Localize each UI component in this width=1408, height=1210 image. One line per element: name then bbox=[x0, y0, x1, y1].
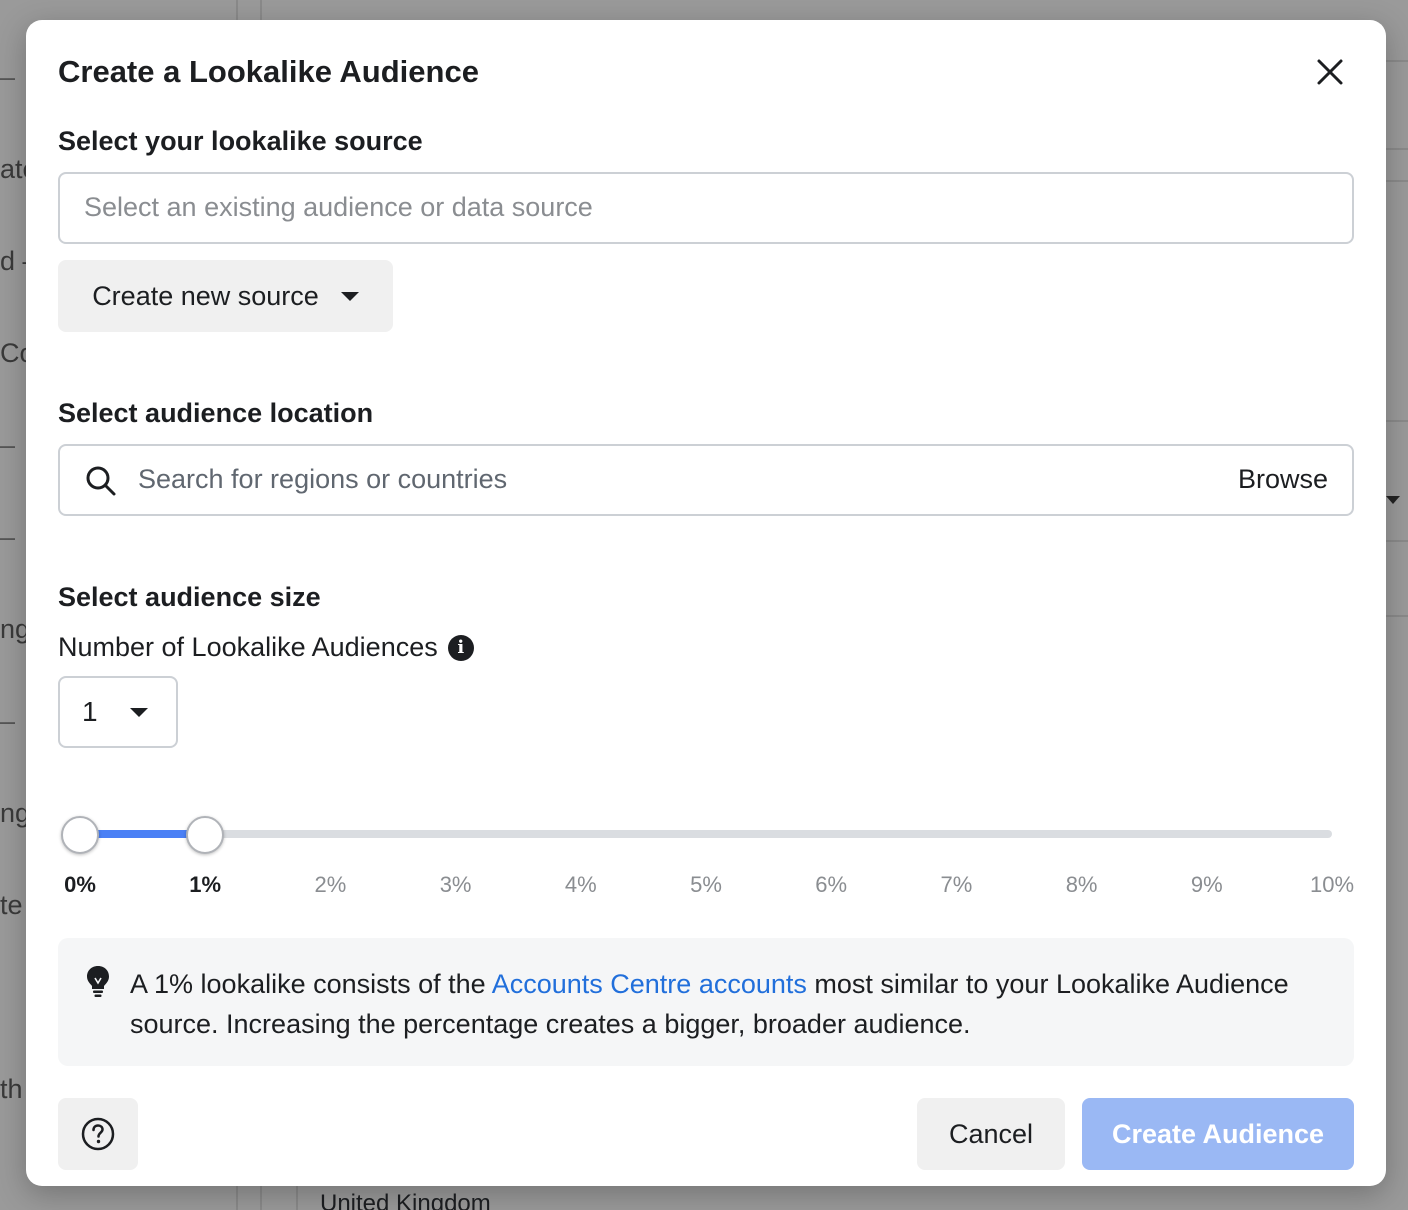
create-audience-button[interactable]: Create Audience bbox=[1082, 1098, 1354, 1170]
accounts-centre-link[interactable]: Accounts Centre accounts bbox=[492, 969, 807, 999]
source-select-input[interactable]: Select an existing audience or data sour… bbox=[58, 172, 1354, 244]
tip-text-start: A 1% lookalike consists of the bbox=[130, 969, 492, 999]
slider-tick-label: 7% bbox=[940, 872, 973, 897]
location-section-label: Select audience location bbox=[58, 398, 374, 428]
audience-count-select[interactable]: 1 bbox=[58, 676, 178, 748]
dialog-title: Create a Lookalike Audience bbox=[58, 54, 479, 89]
size-section-label: Select audience size bbox=[58, 582, 321, 612]
slider-tick-label: 8% bbox=[1065, 872, 1098, 897]
audience-size-slider[interactable] bbox=[80, 830, 1332, 838]
slider-tick-label: 9% bbox=[1190, 872, 1223, 897]
chevron-down-icon bbox=[130, 708, 148, 717]
slider-start-handle[interactable] bbox=[61, 816, 99, 854]
slider-tick-label: 0% bbox=[64, 872, 96, 897]
count-label-row: Number of Lookalike Audiences i bbox=[58, 632, 474, 663]
slider-end-handle[interactable] bbox=[186, 816, 225, 854]
info-icon[interactable]: i bbox=[447, 634, 474, 661]
close-icon bbox=[1317, 59, 1343, 85]
slider-tick-label: 6% bbox=[815, 872, 848, 897]
background-text: – bbox=[0, 522, 16, 552]
slider-tick-label: 1% bbox=[189, 872, 222, 897]
background-divider bbox=[1386, 180, 1408, 182]
count-label: Number of Lookalike Audiences bbox=[58, 632, 438, 662]
create-new-source-label: Create new source bbox=[92, 280, 319, 311]
audience-count-value: 1 bbox=[82, 696, 98, 727]
lookalike-audience-dialog: Create a Lookalike Audience Select your … bbox=[26, 20, 1386, 1186]
lightbulb-icon bbox=[87, 966, 109, 997]
help-icon bbox=[81, 1117, 115, 1151]
background-divider bbox=[1386, 420, 1408, 422]
background-divider bbox=[1386, 615, 1408, 617]
background-text: – bbox=[0, 430, 16, 460]
slider-tick-label: 5% bbox=[690, 872, 722, 897]
browse-button[interactable]: Browse bbox=[1238, 464, 1328, 495]
background-text: – bbox=[0, 706, 16, 736]
slider-tick-label: 4% bbox=[564, 872, 597, 897]
location-search-input[interactable]: Search for regions or countries Browse bbox=[58, 444, 1354, 516]
close-button[interactable] bbox=[1310, 52, 1350, 92]
create-new-source-button[interactable]: Create new source bbox=[58, 260, 393, 332]
background-text: – bbox=[0, 62, 16, 92]
slider-tick-label: 10% bbox=[1309, 872, 1355, 897]
background-text: th bbox=[0, 1074, 23, 1104]
background-text: te bbox=[0, 890, 23, 920]
slider-tick-label: 2% bbox=[314, 872, 347, 897]
search-icon bbox=[86, 466, 116, 496]
tip-text: A 1% lookalike consists of the Accounts … bbox=[130, 964, 1310, 1044]
lookalike-tip-box: A 1% lookalike consists of the Accounts … bbox=[58, 938, 1354, 1066]
background-divider bbox=[1386, 540, 1408, 542]
chevron-down-icon bbox=[340, 291, 359, 301]
location-placeholder: Search for regions or countries bbox=[138, 464, 508, 494]
source-section-label: Select your lookalike source bbox=[58, 126, 423, 156]
cancel-button[interactable]: Cancel bbox=[917, 1098, 1065, 1170]
background-country-label: United Kingdom bbox=[320, 1190, 491, 1210]
source-placeholder: Select an existing audience or data sour… bbox=[84, 192, 593, 222]
help-button[interactable] bbox=[58, 1098, 138, 1170]
background-caret-icon bbox=[1386, 496, 1400, 504]
slider-tick-label: 3% bbox=[439, 872, 472, 897]
